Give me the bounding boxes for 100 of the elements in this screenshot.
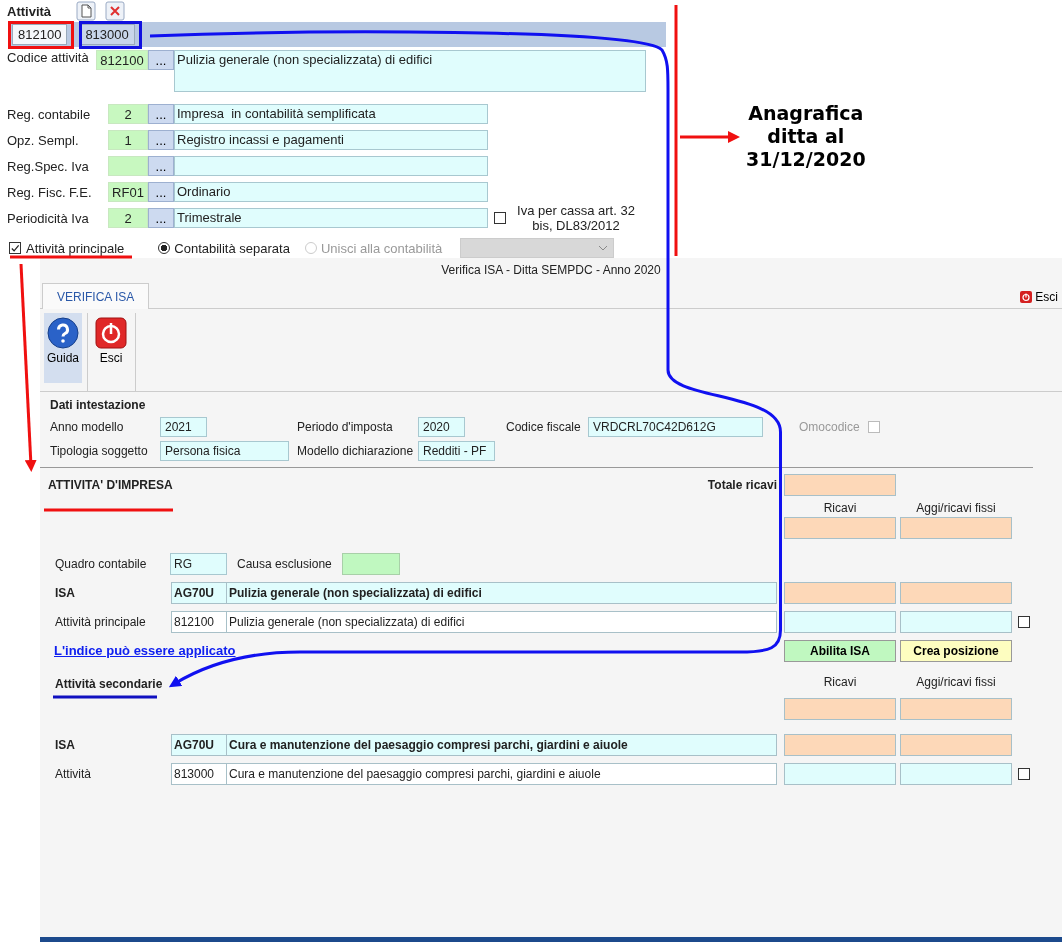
code-field[interactable]: 812100: [171, 611, 227, 633]
amount-field[interactable]: [784, 763, 896, 785]
field-label: Periodicità Iva: [7, 210, 90, 226]
description-field[interactable]: [174, 156, 488, 176]
lookup-button[interactable]: ...: [148, 208, 174, 228]
column-header: Ricavi: [822, 674, 858, 689]
window-title: Verifica ISA - Ditta SEMPDC - Anno 2020: [440, 262, 662, 279]
activity-tab[interactable]: 813000: [79, 24, 135, 45]
amount-field[interactable]: [784, 734, 896, 756]
amount-field[interactable]: [900, 763, 1012, 785]
checkbox[interactable]: [1018, 616, 1030, 628]
field-label: Reg. Fisc. F.E.: [7, 184, 93, 200]
help-icon: [47, 317, 79, 349]
section-title: Dati intestazione: [50, 398, 147, 412]
field-label: ISA: [55, 586, 76, 600]
description-field[interactable]: Pulizia generale (non specializzata) di edifici: [227, 582, 777, 604]
description-field[interactable]: Cura e manutenzione del paesaggio compresi parchi, giardini e aiuole: [227, 763, 777, 785]
field-label: Causa esclusione: [237, 557, 332, 571]
code-field[interactable]: AG70U: [171, 734, 227, 756]
power-icon: [95, 317, 127, 349]
field-label: Attività: [55, 767, 92, 781]
field-label: Reg.Spec. Iva: [7, 158, 90, 174]
checkbox[interactable]: [1018, 768, 1030, 780]
text-field[interactable]: RG: [170, 553, 227, 575]
amount-field[interactable]: [900, 582, 1012, 604]
new-document-icon[interactable]: [76, 1, 96, 21]
radio-label: Unisci alla contabilità: [320, 240, 443, 256]
field-label: Periodo d'imposta: [297, 420, 394, 434]
lookup-button[interactable]: ...: [148, 130, 174, 150]
highlight-frame: [8, 21, 74, 49]
radio-button[interactable]: [158, 242, 171, 254]
help-link[interactable]: L'indice può essere applicato: [54, 643, 236, 659]
section-title: Attività: [7, 3, 53, 19]
field-label: Tipologia soggetto: [50, 444, 149, 458]
checkbox-label: Attività principale: [26, 240, 125, 256]
amount-field[interactable]: [784, 517, 896, 539]
dropdown[interactable]: [460, 238, 615, 258]
field-label: Modello dichiarazione: [297, 444, 415, 458]
highlight-frame: [79, 21, 142, 49]
field-label: Reg. contabile: [7, 106, 92, 122]
text-field[interactable]: VRDCRL70C42D612G: [588, 417, 763, 437]
help-button[interactable]: Guida: [44, 313, 82, 383]
exit-button[interactable]: Esci: [92, 313, 130, 383]
annotation-text: Anagrafica ditta al 31/12/2020: [746, 102, 866, 171]
field-label: Anno modello: [50, 420, 125, 434]
text-field[interactable]: 2020: [418, 417, 465, 437]
field-label: Codice attività: [7, 50, 90, 65]
amount-field[interactable]: [784, 698, 896, 720]
lookup-button[interactable]: ...: [148, 104, 174, 124]
column-header: Ricavi: [822, 501, 858, 515]
field-label: Quadro contabile: [55, 557, 148, 571]
description-field[interactable]: Pulizia generale (non specializzata) di edifici: [227, 611, 777, 633]
checkbox-label: Iva per cassa art. 32 bis, DL83/2012: [516, 203, 636, 233]
checkbox[interactable]: [494, 212, 506, 224]
amount-field[interactable]: [784, 582, 896, 604]
exit-link[interactable]: Esci: [1020, 290, 1062, 308]
delete-icon[interactable]: [105, 1, 125, 21]
section-title: ATTIVITA' D'IMPRESA: [47, 478, 174, 492]
column-header: Aggi/ricavi fissi: [915, 501, 997, 515]
checkbox[interactable]: [9, 242, 21, 254]
lookup-button[interactable]: ...: [148, 156, 174, 176]
code-field[interactable]: 813000: [171, 763, 227, 785]
field-label: Totale ricavi: [707, 478, 777, 492]
power-icon: [1020, 291, 1033, 303]
text-field[interactable]: Persona fisica: [160, 441, 289, 461]
description-field[interactable]: Impresa in contabilità semplificata: [174, 104, 488, 124]
code-field[interactable]: 2: [108, 104, 148, 124]
amount-field[interactable]: [900, 611, 1012, 633]
field-label: Codice fiscale: [506, 420, 582, 434]
amount-field[interactable]: [900, 734, 1012, 756]
description-field[interactable]: Pulizia generale (non specializzata) di edifici: [174, 50, 646, 92]
field-label: Attività principale: [55, 615, 147, 629]
code-field[interactable]: RF01: [108, 182, 148, 202]
enable-button[interactable]: Abilita ISA: [784, 640, 896, 662]
lookup-button[interactable]: ...: [148, 50, 174, 70]
create-button[interactable]: Crea posizione: [900, 640, 1012, 662]
text-field[interactable]: Redditi - PF: [418, 441, 495, 461]
code-field[interactable]: 1: [108, 130, 148, 150]
code-field[interactable]: [108, 156, 148, 176]
activity-tab[interactable]: 812100: [12, 24, 68, 45]
lookup-button[interactable]: ...: [148, 182, 174, 202]
code-field[interactable]: 2: [108, 208, 148, 228]
code-field[interactable]: 812100: [96, 50, 148, 70]
chevron-down-icon: [598, 245, 609, 251]
description-field[interactable]: Trimestrale: [174, 208, 488, 228]
text-field[interactable]: 2021: [160, 417, 207, 437]
amount-field[interactable]: [784, 611, 896, 633]
amount-field[interactable]: [900, 517, 1012, 539]
description-field[interactable]: Ordinario: [174, 182, 488, 202]
text-field[interactable]: [341, 553, 400, 575]
field-label: Opz. Sempl.: [7, 132, 80, 148]
section-title: Attività secondarie: [55, 677, 163, 691]
amount-field[interactable]: [900, 698, 1012, 720]
description-field[interactable]: Registro incassi e pagamenti: [174, 130, 488, 150]
description-field[interactable]: Cura e manutenzione del paesaggio compresi parchi, giardini e aiuole: [227, 734, 777, 756]
radio-label: Contabilità separata: [174, 240, 290, 256]
amount-field[interactable]: [784, 474, 896, 496]
code-field[interactable]: AG70U: [171, 582, 227, 604]
field-label: ISA: [55, 738, 76, 752]
ribbon-tab[interactable]: VERIFICA ISA: [42, 283, 150, 309]
